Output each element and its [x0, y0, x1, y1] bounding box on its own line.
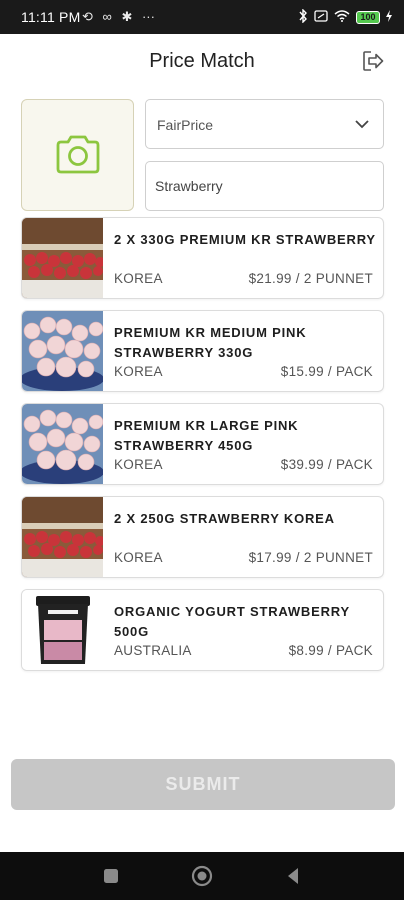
status-bar: 11:11 PM ⟲ ∞ ✱ ··· 100 — [0, 0, 404, 34]
product-name: PREMIUM KR MEDIUM PINK STRAWBERRY 330G — [114, 325, 307, 360]
status-time: 11:11 PM — [21, 9, 81, 25]
charging-icon — [386, 10, 392, 25]
product-price: $21.99 / 2 PUNNET — [248, 271, 373, 286]
product-price: $8.99 / PACK — [288, 643, 373, 658]
product-price: $17.99 / 2 PUNNET — [248, 550, 373, 565]
camera-button[interactable] — [21, 99, 134, 211]
more-icon: ··· — [141, 9, 155, 24]
product-origin: KOREA — [114, 457, 163, 472]
nav-square-icon[interactable] — [99, 864, 123, 888]
bluetooth-icon — [298, 8, 308, 26]
product-card[interactable]: 2 X 250G STRAWBERRY KOREA KOREA $17.99 /… — [21, 496, 384, 578]
notification-icons: ⟲ ∞ ✱ ··· — [82, 9, 161, 25]
link-icon: ∞ — [102, 9, 112, 24]
submit-button[interactable]: SUBMIT — [11, 759, 395, 810]
store-select[interactable]: FairPrice — [145, 99, 384, 149]
product-name: 2 X 330G PREMIUM KR STRAWBERRY — [114, 232, 376, 247]
product-card[interactable]: PREMIUM KR LARGE PINK STRAWBERRY 450G KO… — [21, 403, 384, 485]
search-input[interactable] — [145, 161, 384, 211]
product-image-strawberry-box — [22, 497, 103, 577]
product-origin: KOREA — [114, 364, 163, 379]
battery-icon: 100 — [356, 11, 380, 24]
system-nav-bar — [0, 852, 404, 900]
product-price: $39.99 / PACK — [280, 457, 373, 472]
nav-home-icon[interactable] — [190, 864, 214, 888]
logout-button[interactable] — [360, 48, 386, 74]
nav-back-icon[interactable] — [281, 864, 305, 888]
chevron-down-icon — [355, 120, 369, 129]
sync-icon: ⟲ — [82, 9, 93, 24]
product-origin: KOREA — [114, 550, 163, 565]
wifi-icon — [334, 10, 350, 25]
logout-icon — [363, 51, 384, 71]
app-header: Price Match — [0, 34, 404, 90]
product-name: PREMIUM KR LARGE PINK STRAWBERRY 450G — [114, 418, 299, 453]
product-card[interactable]: PREMIUM KR MEDIUM PINK STRAWBERRY 330G K… — [21, 310, 384, 392]
product-origin: KOREA — [114, 271, 163, 286]
product-image-pink-strawberry — [22, 311, 103, 391]
product-card[interactable]: ORGANIC YOGURT STRAWBERRY 500G AUSTRALIA… — [21, 589, 384, 671]
product-name: ORGANIC YOGURT STRAWBERRY 500G — [114, 604, 350, 639]
product-price: $15.99 / PACK — [280, 364, 373, 379]
camera-icon — [56, 135, 99, 174]
product-image-pink-strawberry — [22, 404, 103, 484]
settings-icon: ✱ — [121, 9, 133, 24]
store-select-value: FairPrice — [157, 117, 214, 133]
product-image-yogurt-tub — [22, 590, 103, 670]
product-card[interactable]: 2 X 330G PREMIUM KR STRAWBERRY KOREA $21… — [21, 217, 384, 299]
product-origin: AUSTRALIA — [114, 643, 192, 658]
product-image-strawberry-box — [22, 218, 103, 298]
page-title: Price Match — [149, 50, 255, 72]
sim-icon — [314, 10, 328, 25]
status-right-icons: 100 — [298, 8, 392, 26]
product-name: 2 X 250G STRAWBERRY KOREA — [114, 511, 335, 526]
